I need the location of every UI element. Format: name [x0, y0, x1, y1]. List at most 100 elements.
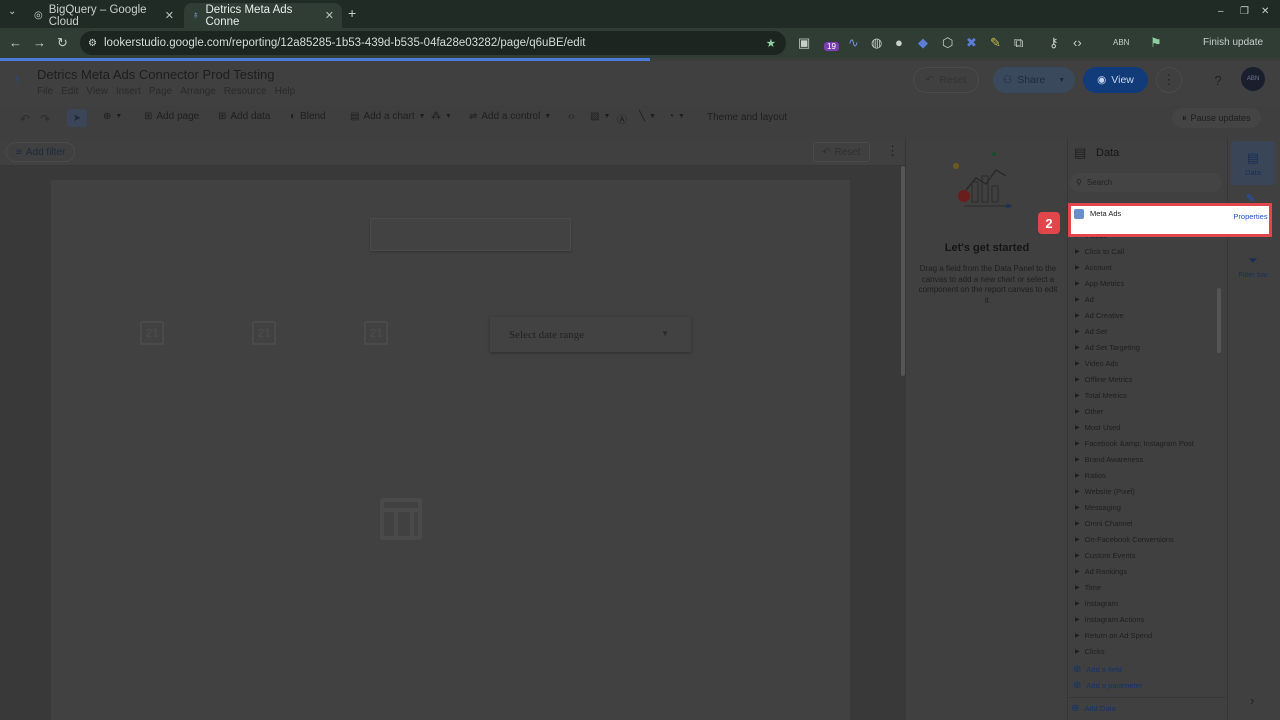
- list-item[interactable]: ▶ Custom Events: [1075, 551, 1135, 560]
- list-item[interactable]: ▶ Messaging: [1075, 503, 1121, 512]
- close-tab-icon[interactable]: ✕: [165, 9, 174, 22]
- list-item[interactable]: ▶ Account: [1075, 263, 1112, 272]
- list-item[interactable]: ▶ Time: [1075, 583, 1101, 592]
- close-tab-icon[interactable]: ✕: [325, 9, 334, 22]
- empty-chart-placeholder[interactable]: [370, 218, 571, 251]
- undo-icon[interactable]: ↶: [20, 112, 30, 126]
- finish-update-button[interactable]: Finish update: [1203, 37, 1263, 48]
- add-filter-button[interactable]: ≡ Add filter: [6, 142, 76, 162]
- filterbar-more-icon[interactable]: ⋮: [886, 143, 899, 159]
- zoom-icon[interactable]: ⊕ ▼: [103, 111, 122, 122]
- data-source-meta-ads[interactable]: Meta Ads: [1090, 209, 1121, 218]
- tab-search-icon[interactable]: ⌄: [8, 6, 16, 17]
- side-tab-filter-bar[interactable]: ⏷ Filter bar: [1231, 244, 1275, 288]
- menu-file[interactable]: File: [37, 86, 53, 97]
- menu-resource[interactable]: Resource: [224, 86, 267, 97]
- reload-icon[interactable]: ↻: [57, 35, 68, 51]
- report-title[interactable]: Detrics Meta Ads Connector Prod Testing: [37, 67, 275, 82]
- extension-pen-icon[interactable]: ✎: [990, 35, 1001, 51]
- theme-layout-button[interactable]: Theme and layout: [707, 112, 787, 123]
- add-parameter-button[interactable]: ⊕ Add a parameter: [1073, 680, 1142, 691]
- list-item[interactable]: ▶ Click to Call: [1075, 247, 1124, 256]
- report-page[interactable]: 21 21 21 Select date range ▼: [51, 180, 850, 720]
- text-icon[interactable]: Ⓐ: [617, 111, 627, 126]
- extension-badge[interactable]: 19: [824, 42, 839, 51]
- close-window-icon[interactable]: ✕: [1261, 6, 1269, 17]
- list-item[interactable]: ▶ Ad Rankings: [1075, 567, 1127, 576]
- add-field-button[interactable]: ⊕ Add a field: [1073, 664, 1122, 675]
- shape-icon[interactable]: ◔ ▼: [668, 111, 685, 122]
- back-icon[interactable]: ←: [9, 35, 22, 50]
- list-item[interactable]: ▶ On-Facebook Conversions: [1075, 535, 1174, 544]
- redo-icon[interactable]: ↷: [40, 112, 50, 126]
- date-range-control[interactable]: Select date range ▼: [490, 317, 691, 352]
- restore-icon[interactable]: ❐: [1240, 6, 1249, 17]
- menu-view[interactable]: View: [86, 86, 108, 97]
- list-item[interactable]: ▶ Ratios: [1075, 471, 1106, 480]
- menu-page[interactable]: Page: [149, 86, 172, 97]
- extensions-puzzle-icon[interactable]: ⧉: [1014, 35, 1023, 51]
- more-options-icon[interactable]: ⋮: [1156, 67, 1182, 93]
- extension-tag-icon[interactable]: ◆: [918, 35, 928, 51]
- tab-looker-studio[interactable]: ♁ Detrics Meta Ads Conne ✕: [184, 3, 342, 28]
- add-data-link[interactable]: ⊕ Add Data: [1071, 703, 1116, 714]
- list-item[interactable]: ▶ Omni Channel: [1075, 519, 1133, 528]
- scorecard-icon[interactable]: 21: [364, 321, 388, 345]
- list-item[interactable]: ▶ Offline Metrics: [1075, 375, 1132, 384]
- list-item[interactable]: ▶ Instagram: [1075, 599, 1118, 608]
- extension-screen-icon[interactable]: ▣: [798, 35, 810, 51]
- community-viz-icon[interactable]: ⁂ ▼: [431, 111, 452, 122]
- extension-globe-icon[interactable]: ◍: [871, 35, 882, 51]
- list-item[interactable]: ▶ Facebook &amp; Instagram Post: [1075, 439, 1194, 448]
- extension-flags-icon[interactable]: ⚑: [1150, 35, 1162, 51]
- side-tab-properties[interactable]: ✎ Properties: [1229, 190, 1272, 234]
- data-panel-scrollbar[interactable]: [1217, 288, 1221, 353]
- add-data-button[interactable]: ⊞ Add data: [218, 111, 270, 122]
- profile-avatar[interactable]: ABN: [1113, 38, 1129, 47]
- menu-edit[interactable]: Edit: [61, 86, 78, 97]
- site-info-icon[interactable]: ⚙: [88, 38, 97, 49]
- list-item[interactable]: ▶ Video Ads: [1075, 359, 1118, 368]
- table-chart-icon[interactable]: [380, 498, 422, 540]
- extension-x-icon[interactable]: ✖: [966, 35, 977, 51]
- address-bar[interactable]: ⚙ lookerstudio.google.com/reporting/12a8…: [80, 31, 786, 55]
- scorecard-icon[interactable]: 21: [140, 321, 164, 345]
- menu-help[interactable]: Help: [275, 86, 296, 97]
- list-item[interactable]: ▶ Ad Set: [1075, 327, 1107, 336]
- blend-button[interactable]: ◐ Blend: [290, 111, 326, 122]
- tab-bigquery[interactable]: ◎ BigQuery – Google Cloud ✕: [26, 3, 182, 28]
- forward-icon[interactable]: →: [33, 35, 46, 50]
- help-icon[interactable]: ?: [1206, 67, 1230, 93]
- view-button[interactable]: ◉ View: [1083, 67, 1148, 93]
- menu-insert[interactable]: Insert: [116, 86, 141, 97]
- extension-cube-icon[interactable]: ⬡: [942, 35, 953, 51]
- bookmark-star-icon[interactable]: ★: [766, 36, 776, 50]
- extension-circle-icon[interactable]: ●: [895, 35, 903, 50]
- pause-updates-button[interactable]: ⏸ Pause updates: [1172, 108, 1261, 128]
- extension-code-icon[interactable]: ‹›: [1073, 35, 1082, 50]
- share-button[interactable]: ⚇ Share ▼: [993, 67, 1075, 93]
- list-item[interactable]: ▶ Ad Set Targeting: [1075, 343, 1140, 352]
- list-item[interactable]: ▶ Website (Pixel): [1075, 487, 1135, 496]
- new-tab-icon[interactable]: +: [348, 5, 356, 21]
- list-item[interactable]: ▶ App Metrics: [1075, 279, 1124, 288]
- list-item[interactable]: ▶ Ad: [1075, 295, 1094, 304]
- chevron-down-icon[interactable]: ▼: [1058, 77, 1065, 84]
- line-icon[interactable]: ╲ ▼: [639, 111, 656, 122]
- list-item[interactable]: ▶ Ad Creative: [1075, 311, 1124, 320]
- list-item[interactable]: ▶ Other: [1075, 407, 1103, 416]
- scorecard-icon[interactable]: 21: [252, 321, 276, 345]
- list-item[interactable]: ▶ Total Metrics: [1075, 391, 1127, 400]
- add-page-button[interactable]: ⊞ Add page: [144, 111, 199, 122]
- reset-button[interactable]: ↶ Reset: [913, 67, 979, 93]
- embed-code-icon[interactable]: ‹›: [568, 111, 575, 122]
- minimize-icon[interactable]: –: [1218, 6, 1224, 17]
- filter-reset-button[interactable]: ↶ Reset: [813, 142, 870, 162]
- side-tab-data[interactable]: ▤ Data: [1231, 141, 1275, 185]
- extension-key-icon[interactable]: ⚷: [1049, 35, 1059, 51]
- list-item[interactable]: ▶ Most Used: [1075, 423, 1120, 432]
- menu-arrange[interactable]: Arrange: [180, 86, 216, 97]
- list-item[interactable]: ▶ Clicks: [1075, 647, 1105, 656]
- list-item[interactable]: ▶ Brand Awareness: [1075, 455, 1143, 464]
- collapse-chevron-icon[interactable]: ›: [1250, 693, 1254, 708]
